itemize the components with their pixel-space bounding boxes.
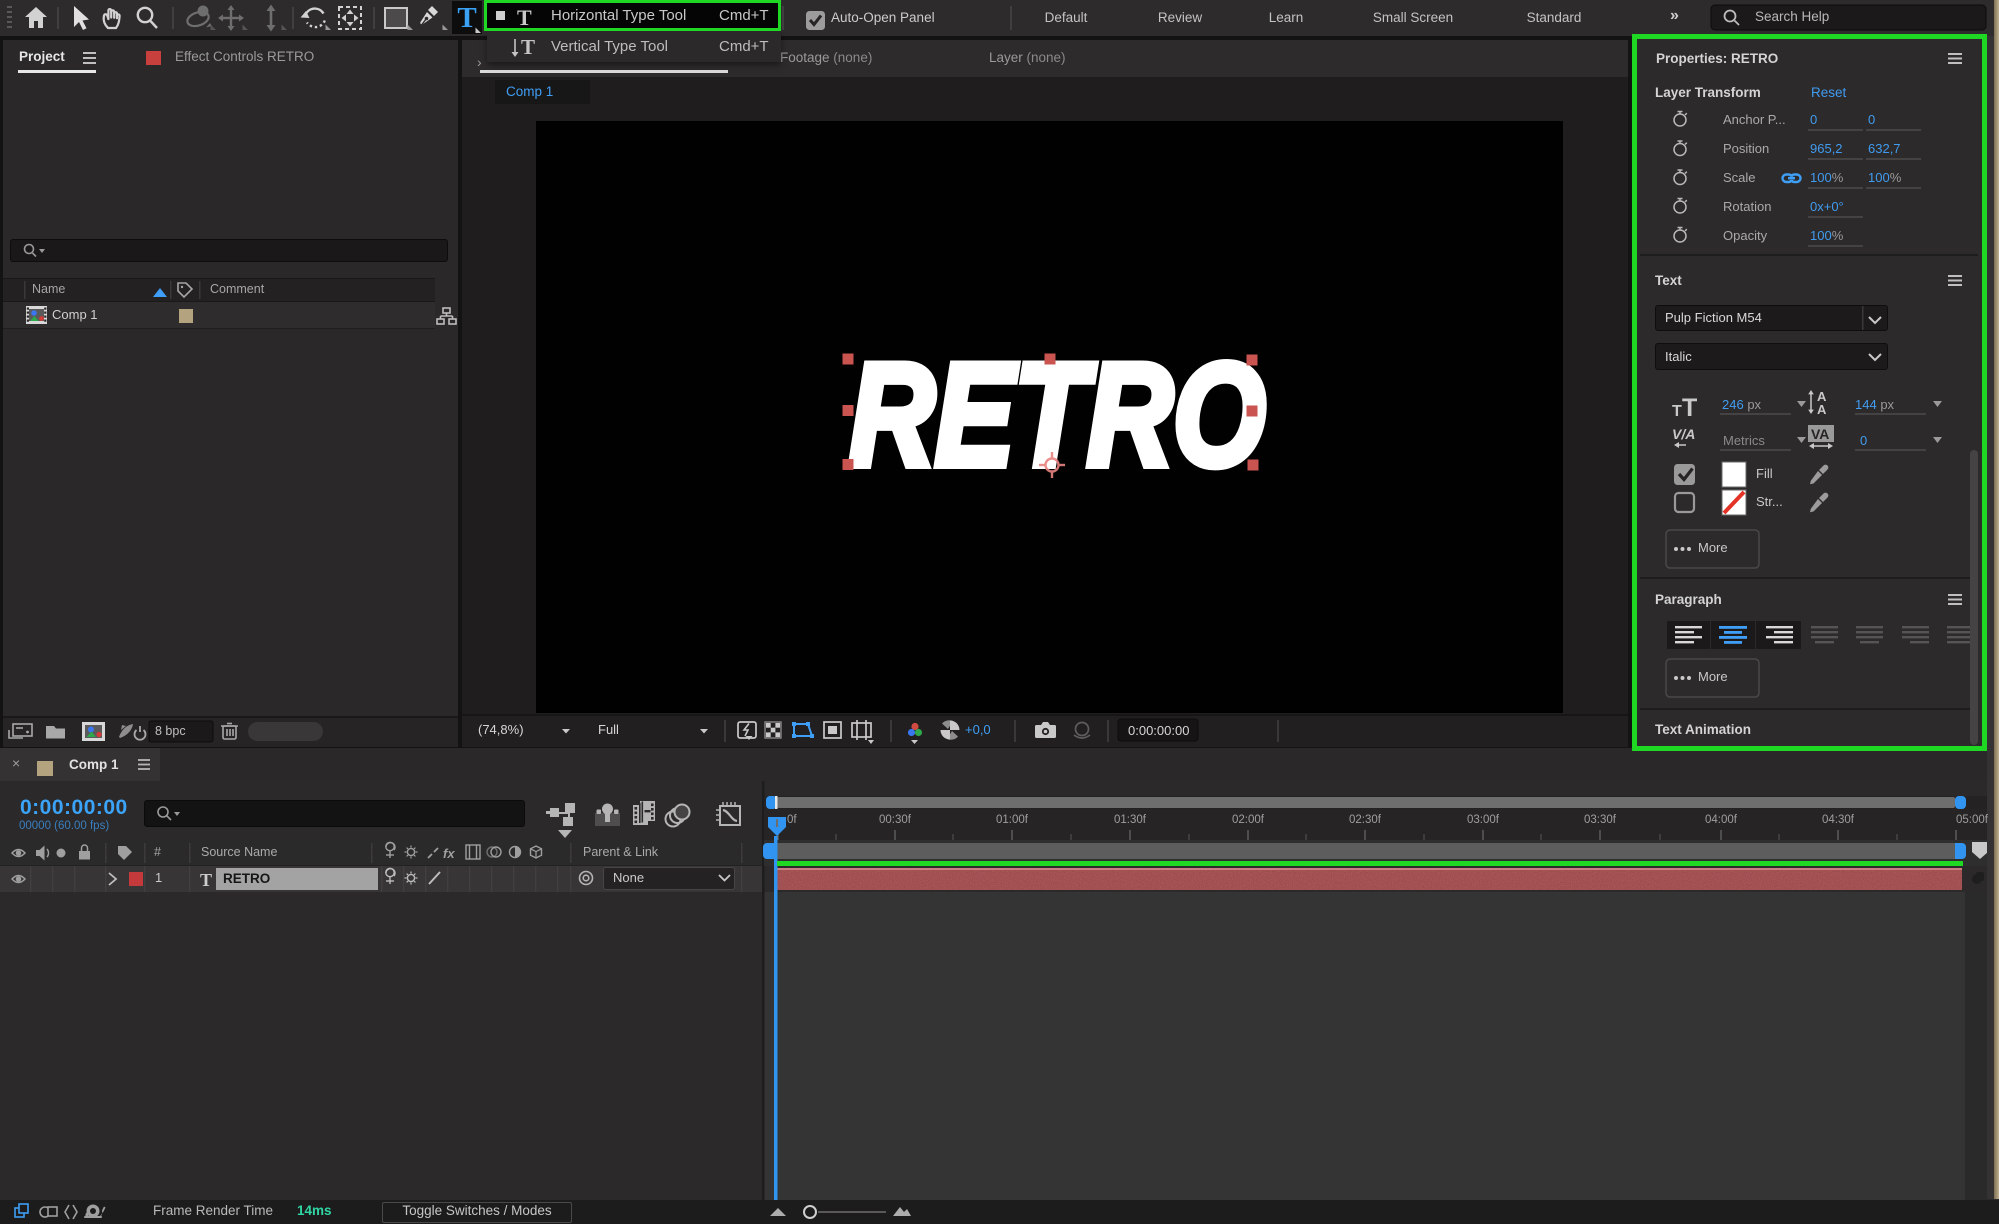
svg-text:T: T	[457, 2, 476, 34]
svg-text:fx: fx	[443, 846, 455, 861]
svg-text:T: T	[521, 36, 535, 58]
svg-text:T: T	[200, 870, 212, 890]
